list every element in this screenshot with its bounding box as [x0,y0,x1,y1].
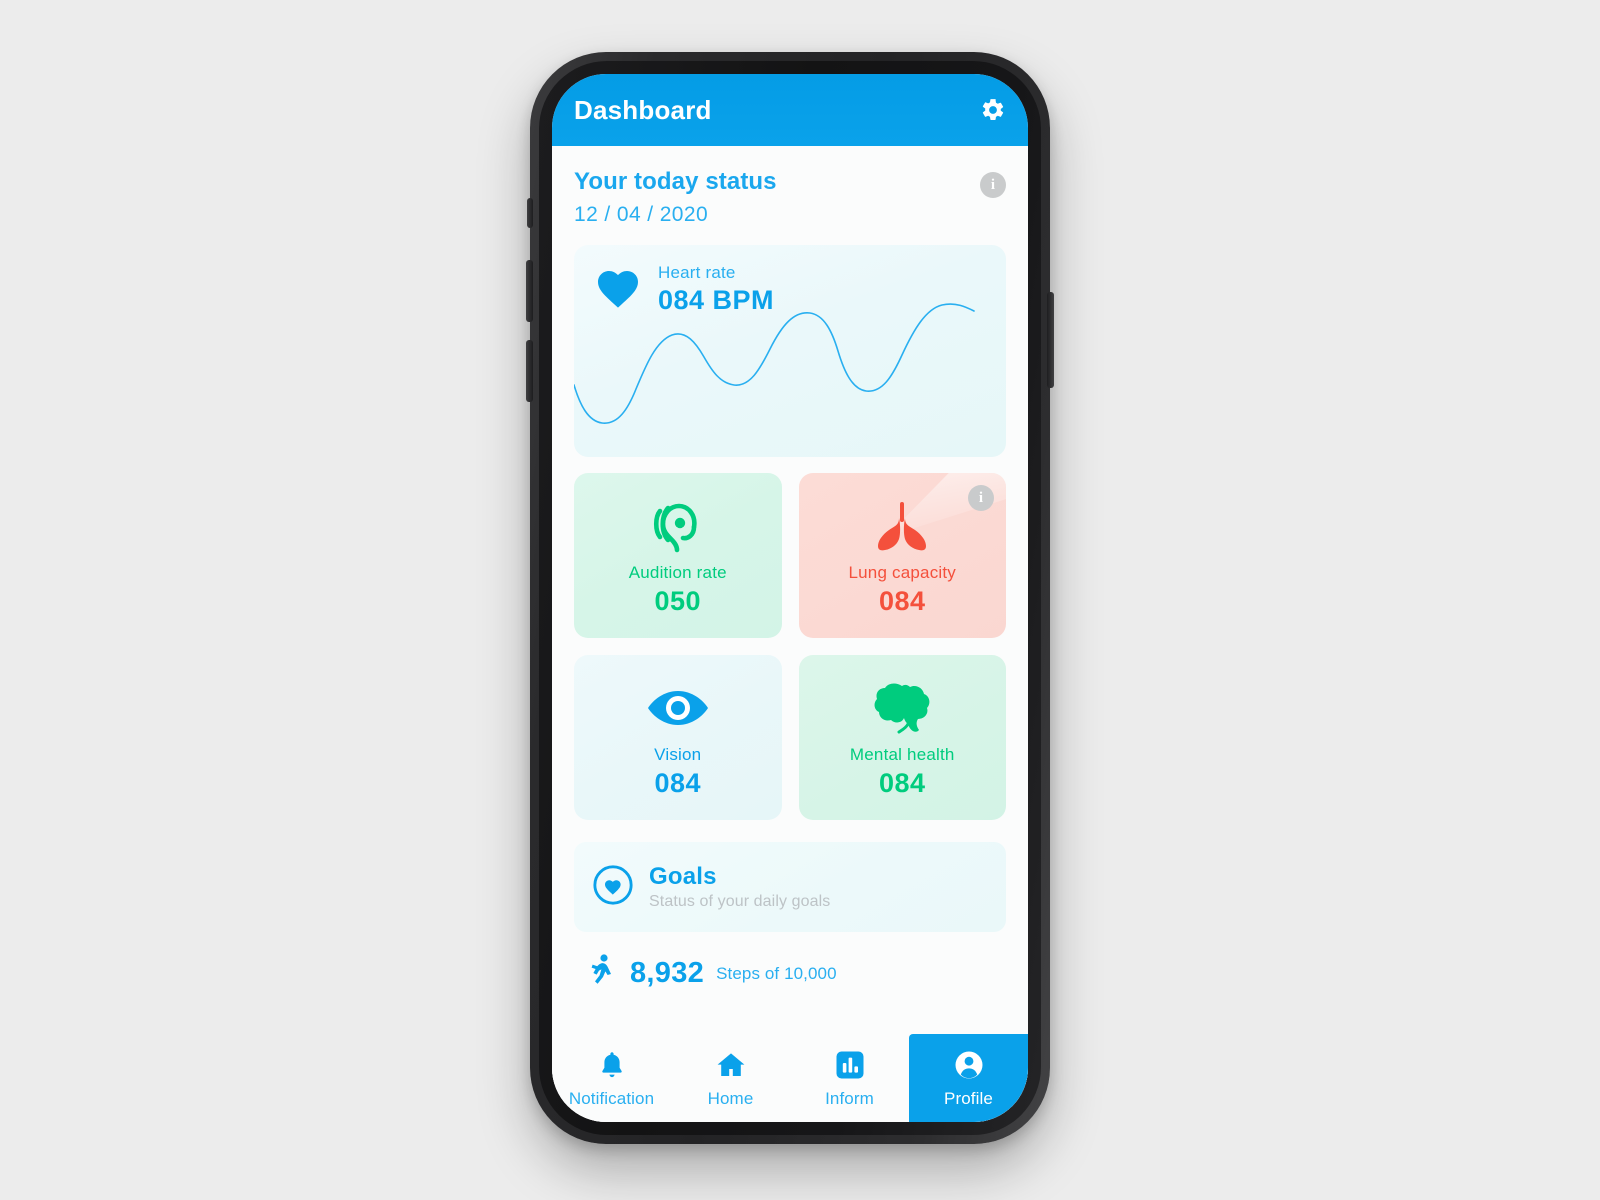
lungs-icon [873,495,931,557]
bottom-navigation: Notification Home Inform Profile [552,1034,1028,1122]
metric-label: Audition rate [628,562,727,582]
heart-icon [594,265,642,314]
nav-label: Inform [825,1089,874,1108]
nav-label: Profile [944,1089,993,1108]
phone-screen: Dashboard Your today status 12 / 04 / 20… [552,74,1028,1122]
status-header: Your today status 12 / 04 / 2020 i [552,146,1028,227]
metric-label: Lung capacity [848,562,956,582]
info-icon[interactable]: i [968,485,994,511]
nav-label: Notification [568,1089,655,1108]
metric-value: 084 [654,767,702,798]
nav-label: Home [707,1089,754,1108]
status-title: Your today status [574,168,777,195]
metric-value: 084 [878,767,926,798]
brain-icon [872,677,932,739]
metric-label: Vision [654,744,702,764]
metric-card-vision[interactable]: Vision 084 [574,655,782,820]
heart-rate-value: 084 BPM [658,285,775,315]
runner-icon [588,954,614,993]
phone-frame: Dashboard Your today status 12 / 04 / 20… [526,52,1054,1144]
metric-label: Mental health [849,744,955,764]
gear-icon[interactable] [980,97,1006,123]
volume-up-button[interactable] [526,260,533,322]
goals-card[interactable]: Goals Status of your daily goals [574,842,1006,932]
metric-card-mental-health[interactable]: Mental health 084 [798,655,1006,820]
app-header: Dashboard [552,74,1028,146]
goals-text: Goals Status of your daily goals [649,863,830,911]
metric-card-audition-rate[interactable]: Audition rate 050 [574,473,782,638]
status-date: 12 / 04 / 2020 [574,203,709,226]
metric-grid: Audition rate 050 Lung capacity 084 i Vi… [574,473,1006,820]
steps-caption: Steps of 10,000 [716,963,837,983]
person-icon [954,1048,984,1082]
info-icon[interactable]: i [980,172,1006,198]
home-icon [716,1048,746,1082]
goals-title: Goals [649,863,717,890]
eye-icon [647,677,709,739]
metric-value: 084 [878,585,926,616]
goals-subtitle: Status of your daily goals [649,893,831,910]
metric-card-lung-capacity[interactable]: Lung capacity 084 i [798,473,1006,638]
volume-down-button[interactable] [526,340,533,402]
ear-icon [650,495,706,557]
steps-row: 8,932 Steps of 10,000 [588,954,1006,993]
bell-icon [599,1048,625,1082]
app-content: Your today status 12 / 04 / 2020 i Heart… [552,146,1028,1122]
steps-count: 8,932 [630,957,705,989]
silent-switch-button[interactable] [527,198,533,228]
metric-value: 050 [654,585,702,616]
chart-icon [835,1048,865,1082]
heart-rate-label: Heart rate [658,263,736,282]
nav-item-notification[interactable]: Notification [552,1034,671,1122]
heart-rate-text: Heart rate 084 BPM [658,263,774,316]
heart-rate-header: Heart rate 084 BPM [574,245,1006,316]
nav-item-inform[interactable]: Inform [790,1034,909,1122]
page-title: Dashboard [574,94,712,125]
heart-circle-icon [592,864,634,911]
nav-item-home[interactable]: Home [671,1034,790,1122]
heart-rate-card[interactable]: Heart rate 084 BPM [574,245,1006,457]
nav-item-profile[interactable]: Profile [909,1034,1028,1122]
power-button[interactable] [1047,292,1054,388]
heart-rate-waveform [574,303,975,424]
